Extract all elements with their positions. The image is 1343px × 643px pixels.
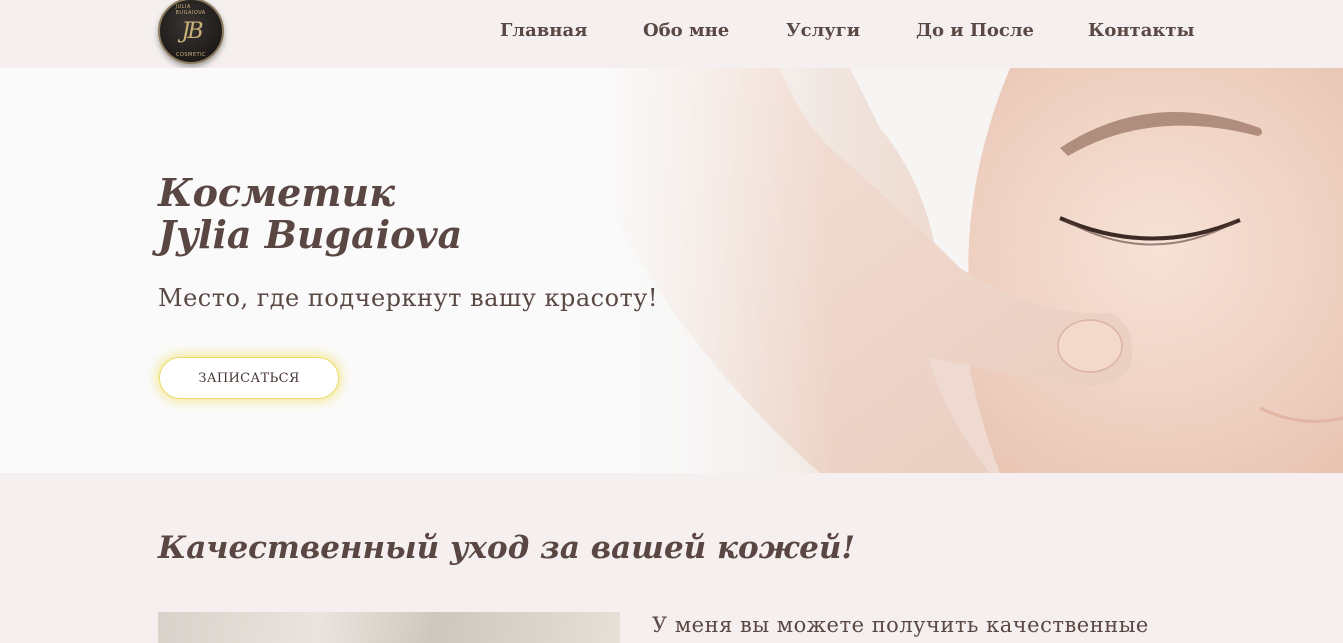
nav-item-services[interactable]: Услуги [786, 20, 860, 41]
nav-item-contacts[interactable]: Контакты [1088, 20, 1195, 41]
book-button[interactable]: ЗАПИСАТЬСЯ [159, 357, 339, 399]
logo-monogram: JB [181, 18, 204, 44]
section-text: У меня вы можете получить качественные [652, 613, 1149, 637]
section-title: Качественный уход за вашей кожей! [158, 530, 856, 566]
hero-title-line2: Jylia Bugaiova [158, 212, 463, 257]
hero-banner: Косметик Jylia Bugaiova Место, где подче… [0, 68, 1343, 473]
site-header: JULIA BUGAIOVA JB COSMETIC Главная Обо м… [0, 0, 1343, 68]
hero-title: Косметик Jylia Bugaiova [158, 172, 462, 256]
hero-title-line1: Косметик [158, 170, 395, 215]
logo-ring-top: JULIA BUGAIOVA [175, 4, 206, 16]
logo[interactable]: JULIA BUGAIOVA JB COSMETIC [158, 0, 224, 64]
hero-subtitle: Место, где подчеркнут вашу красоту! [158, 284, 659, 312]
section-photo [158, 612, 620, 643]
nav-item-before-after[interactable]: До и После [916, 20, 1034, 41]
nav-item-about[interactable]: Обо мне [643, 20, 729, 41]
logo-ring-bottom: COSMETIC [175, 52, 207, 58]
nav-item-home[interactable]: Главная [500, 20, 587, 41]
hero-face-image [0, 68, 1343, 473]
